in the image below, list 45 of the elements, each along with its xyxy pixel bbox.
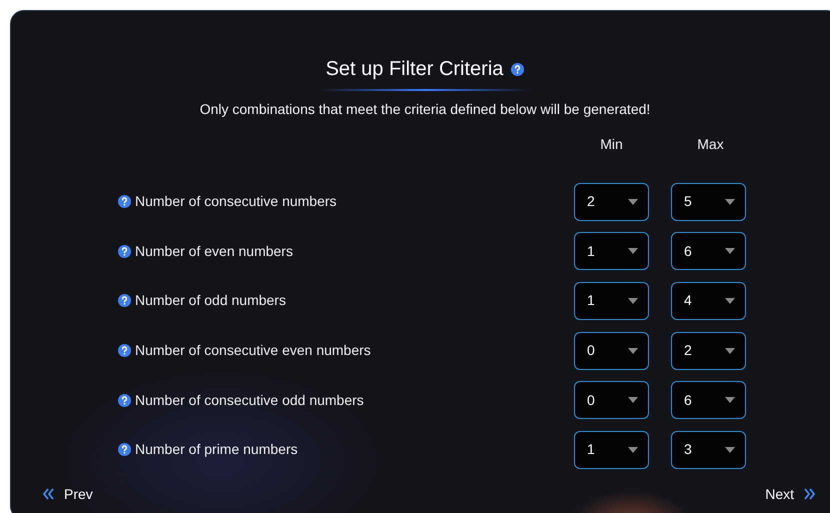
criterion-label: Number of even numbers <box>135 242 293 261</box>
caret-icon <box>628 198 638 205</box>
column-header: Max <box>696 135 725 154</box>
criterion-label: Number of consecutive odd numbers <box>135 390 364 410</box>
min-select[interactable]: 0 <box>574 381 649 420</box>
max-select[interactable]: 6 <box>671 232 746 270</box>
max-select[interactable]: 5 <box>671 182 746 221</box>
max-select[interactable]: 2 <box>671 332 746 370</box>
min-select[interactable]: 1 <box>574 232 649 270</box>
caret-icon <box>628 298 638 304</box>
min-select[interactable]: 0 <box>574 332 649 370</box>
help-icon[interactable] <box>118 294 131 308</box>
caret-icon <box>628 248 638 254</box>
min-select[interactable]: 1 <box>574 430 649 469</box>
help-icon[interactable] <box>511 62 524 76</box>
caret-icon <box>725 298 735 304</box>
caret-icon <box>628 397 638 404</box>
help-icon[interactable] <box>118 244 131 258</box>
criterion-label: Number of odd numbers <box>135 291 286 310</box>
subtitle: Only combinations that meet the criteria defined below will be generated! <box>198 100 652 119</box>
help-icon[interactable] <box>118 344 131 358</box>
caret-icon <box>725 198 735 205</box>
help-icon[interactable] <box>118 394 131 407</box>
help-icon[interactable] <box>118 195 131 208</box>
max-select[interactable]: 3 <box>671 430 746 469</box>
min-select[interactable]: 2 <box>574 182 649 221</box>
criterion-label: Number of prime numbers <box>135 440 298 460</box>
criterion-label: Number of consecutive numbers <box>135 192 337 212</box>
max-select[interactable]: 4 <box>671 282 746 320</box>
caret-icon <box>725 248 735 254</box>
column-header: Min <box>599 135 624 154</box>
help-icon[interactable] <box>118 443 131 456</box>
caret-icon <box>725 397 735 404</box>
prev-button[interactable]: Prev <box>42 484 93 505</box>
criterion-label: Number of consecutive even numbers <box>135 341 371 360</box>
double-chevron-left-icon <box>42 488 54 500</box>
caret-icon <box>628 348 638 354</box>
double-chevron-right-icon <box>804 488 816 500</box>
next-button[interactable]: Next <box>765 484 816 505</box>
caret-icon <box>628 446 638 453</box>
min-select[interactable]: 1 <box>574 282 649 320</box>
max-select[interactable]: 6 <box>671 381 746 420</box>
dialog-title: Set up Filter Criteria <box>326 57 504 81</box>
caret-icon <box>725 348 735 354</box>
caret-icon <box>725 446 735 453</box>
